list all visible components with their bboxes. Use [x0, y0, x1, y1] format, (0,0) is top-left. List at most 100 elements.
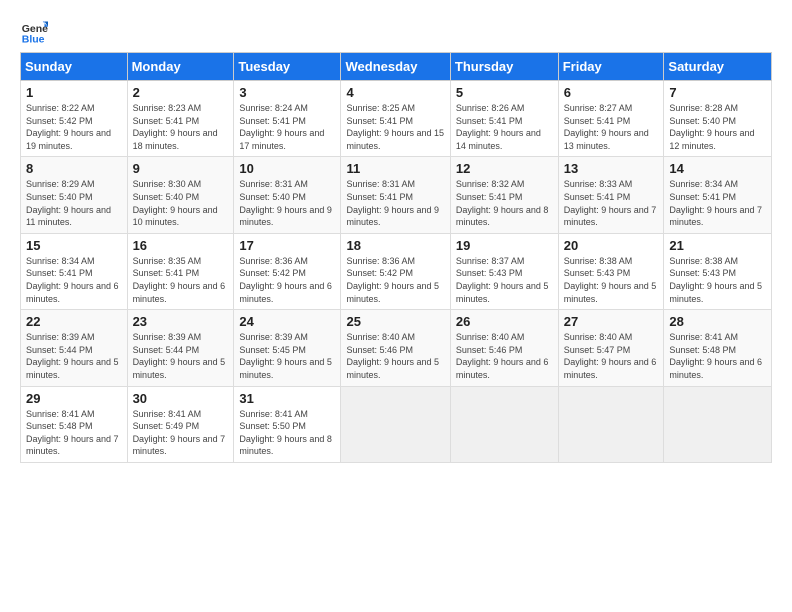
calendar-cell: 12 Sunrise: 8:32 AMSunset: 5:41 PMDaylig…: [450, 157, 558, 233]
day-info: Sunrise: 8:29 AMSunset: 5:40 PMDaylight:…: [26, 179, 111, 227]
calendar-cell: 17 Sunrise: 8:36 AMSunset: 5:42 PMDaylig…: [234, 233, 341, 309]
calendar-cell: [664, 386, 772, 462]
calendar-cell: 18 Sunrise: 8:36 AMSunset: 5:42 PMDaylig…: [341, 233, 450, 309]
day-info: Sunrise: 8:39 AMSunset: 5:44 PMDaylight:…: [26, 332, 119, 380]
header-day-thursday: Thursday: [450, 53, 558, 81]
day-info: Sunrise: 8:35 AMSunset: 5:41 PMDaylight:…: [133, 256, 226, 304]
logo-icon: General Blue: [20, 18, 48, 46]
calendar-cell: 4 Sunrise: 8:25 AMSunset: 5:41 PMDayligh…: [341, 81, 450, 157]
day-info: Sunrise: 8:36 AMSunset: 5:42 PMDaylight:…: [346, 256, 439, 304]
day-number: 2: [133, 85, 229, 100]
calendar-cell: [341, 386, 450, 462]
day-number: 18: [346, 238, 444, 253]
day-info: Sunrise: 8:40 AMSunset: 5:47 PMDaylight:…: [564, 332, 657, 380]
day-number: 25: [346, 314, 444, 329]
header-day-sunday: Sunday: [21, 53, 128, 81]
day-info: Sunrise: 8:26 AMSunset: 5:41 PMDaylight:…: [456, 103, 541, 151]
day-number: 10: [239, 161, 335, 176]
calendar-cell: 5 Sunrise: 8:26 AMSunset: 5:41 PMDayligh…: [450, 81, 558, 157]
calendar-cell: 14 Sunrise: 8:34 AMSunset: 5:41 PMDaylig…: [664, 157, 772, 233]
day-number: 28: [669, 314, 766, 329]
day-info: Sunrise: 8:34 AMSunset: 5:41 PMDaylight:…: [669, 179, 762, 227]
day-number: 16: [133, 238, 229, 253]
header-day-monday: Monday: [127, 53, 234, 81]
header-day-tuesday: Tuesday: [234, 53, 341, 81]
day-number: 5: [456, 85, 553, 100]
day-info: Sunrise: 8:30 AMSunset: 5:40 PMDaylight:…: [133, 179, 218, 227]
calendar-cell: 13 Sunrise: 8:33 AMSunset: 5:41 PMDaylig…: [558, 157, 664, 233]
calendar-cell: 21 Sunrise: 8:38 AMSunset: 5:43 PMDaylig…: [664, 233, 772, 309]
calendar-cell: 31 Sunrise: 8:41 AMSunset: 5:50 PMDaylig…: [234, 386, 341, 462]
day-number: 8: [26, 161, 122, 176]
day-info: Sunrise: 8:41 AMSunset: 5:50 PMDaylight:…: [239, 409, 332, 457]
day-info: Sunrise: 8:31 AMSunset: 5:41 PMDaylight:…: [346, 179, 439, 227]
day-number: 21: [669, 238, 766, 253]
logo-area: General Blue: [20, 18, 52, 46]
calendar-cell: 7 Sunrise: 8:28 AMSunset: 5:40 PMDayligh…: [664, 81, 772, 157]
day-info: Sunrise: 8:24 AMSunset: 5:41 PMDaylight:…: [239, 103, 324, 151]
calendar-cell: 24 Sunrise: 8:39 AMSunset: 5:45 PMDaylig…: [234, 310, 341, 386]
day-info: Sunrise: 8:23 AMSunset: 5:41 PMDaylight:…: [133, 103, 218, 151]
day-info: Sunrise: 8:38 AMSunset: 5:43 PMDaylight:…: [564, 256, 657, 304]
calendar-cell: 16 Sunrise: 8:35 AMSunset: 5:41 PMDaylig…: [127, 233, 234, 309]
day-info: Sunrise: 8:39 AMSunset: 5:45 PMDaylight:…: [239, 332, 332, 380]
calendar-cell: 3 Sunrise: 8:24 AMSunset: 5:41 PMDayligh…: [234, 81, 341, 157]
day-info: Sunrise: 8:22 AMSunset: 5:42 PMDaylight:…: [26, 103, 111, 151]
week-row-5: 29 Sunrise: 8:41 AMSunset: 5:48 PMDaylig…: [21, 386, 772, 462]
day-info: Sunrise: 8:41 AMSunset: 5:49 PMDaylight:…: [133, 409, 226, 457]
calendar-cell: 28 Sunrise: 8:41 AMSunset: 5:48 PMDaylig…: [664, 310, 772, 386]
calendar-cell: 26 Sunrise: 8:40 AMSunset: 5:46 PMDaylig…: [450, 310, 558, 386]
day-number: 4: [346, 85, 444, 100]
day-info: Sunrise: 8:38 AMSunset: 5:43 PMDaylight:…: [669, 256, 762, 304]
day-number: 27: [564, 314, 659, 329]
day-info: Sunrise: 8:39 AMSunset: 5:44 PMDaylight:…: [133, 332, 226, 380]
calendar-cell: 30 Sunrise: 8:41 AMSunset: 5:49 PMDaylig…: [127, 386, 234, 462]
day-number: 1: [26, 85, 122, 100]
calendar-cell: 10 Sunrise: 8:31 AMSunset: 5:40 PMDaylig…: [234, 157, 341, 233]
header-row: SundayMondayTuesdayWednesdayThursdayFrid…: [21, 53, 772, 81]
day-number: 26: [456, 314, 553, 329]
calendar-cell: 8 Sunrise: 8:29 AMSunset: 5:40 PMDayligh…: [21, 157, 128, 233]
calendar-cell: 27 Sunrise: 8:40 AMSunset: 5:47 PMDaylig…: [558, 310, 664, 386]
calendar-cell: 6 Sunrise: 8:27 AMSunset: 5:41 PMDayligh…: [558, 81, 664, 157]
day-number: 6: [564, 85, 659, 100]
day-number: 20: [564, 238, 659, 253]
calendar-cell: 29 Sunrise: 8:41 AMSunset: 5:48 PMDaylig…: [21, 386, 128, 462]
calendar-cell: 11 Sunrise: 8:31 AMSunset: 5:41 PMDaylig…: [341, 157, 450, 233]
day-info: Sunrise: 8:41 AMSunset: 5:48 PMDaylight:…: [669, 332, 762, 380]
day-number: 7: [669, 85, 766, 100]
day-number: 13: [564, 161, 659, 176]
day-number: 14: [669, 161, 766, 176]
day-info: Sunrise: 8:32 AMSunset: 5:41 PMDaylight:…: [456, 179, 549, 227]
page: General Blue SundayMondayTuesdayWednesda…: [0, 0, 792, 473]
calendar-cell: 2 Sunrise: 8:23 AMSunset: 5:41 PMDayligh…: [127, 81, 234, 157]
svg-text:Blue: Blue: [22, 34, 45, 46]
header-day-friday: Friday: [558, 53, 664, 81]
day-info: Sunrise: 8:33 AMSunset: 5:41 PMDaylight:…: [564, 179, 657, 227]
day-number: 29: [26, 391, 122, 406]
week-row-4: 22 Sunrise: 8:39 AMSunset: 5:44 PMDaylig…: [21, 310, 772, 386]
day-number: 17: [239, 238, 335, 253]
calendar-cell: 22 Sunrise: 8:39 AMSunset: 5:44 PMDaylig…: [21, 310, 128, 386]
calendar-cell: 20 Sunrise: 8:38 AMSunset: 5:43 PMDaylig…: [558, 233, 664, 309]
day-number: 11: [346, 161, 444, 176]
calendar-cell: [450, 386, 558, 462]
day-info: Sunrise: 8:41 AMSunset: 5:48 PMDaylight:…: [26, 409, 119, 457]
day-number: 12: [456, 161, 553, 176]
header-day-wednesday: Wednesday: [341, 53, 450, 81]
day-number: 23: [133, 314, 229, 329]
header-day-saturday: Saturday: [664, 53, 772, 81]
calendar-cell: [558, 386, 664, 462]
header: General Blue: [20, 18, 772, 46]
calendar-cell: 25 Sunrise: 8:40 AMSunset: 5:46 PMDaylig…: [341, 310, 450, 386]
calendar: SundayMondayTuesdayWednesdayThursdayFrid…: [20, 52, 772, 463]
day-number: 19: [456, 238, 553, 253]
day-info: Sunrise: 8:40 AMSunset: 5:46 PMDaylight:…: [456, 332, 549, 380]
calendar-cell: 19 Sunrise: 8:37 AMSunset: 5:43 PMDaylig…: [450, 233, 558, 309]
week-row-1: 1 Sunrise: 8:22 AMSunset: 5:42 PMDayligh…: [21, 81, 772, 157]
day-number: 24: [239, 314, 335, 329]
day-info: Sunrise: 8:34 AMSunset: 5:41 PMDaylight:…: [26, 256, 119, 304]
day-number: 3: [239, 85, 335, 100]
calendar-cell: 1 Sunrise: 8:22 AMSunset: 5:42 PMDayligh…: [21, 81, 128, 157]
week-row-2: 8 Sunrise: 8:29 AMSunset: 5:40 PMDayligh…: [21, 157, 772, 233]
